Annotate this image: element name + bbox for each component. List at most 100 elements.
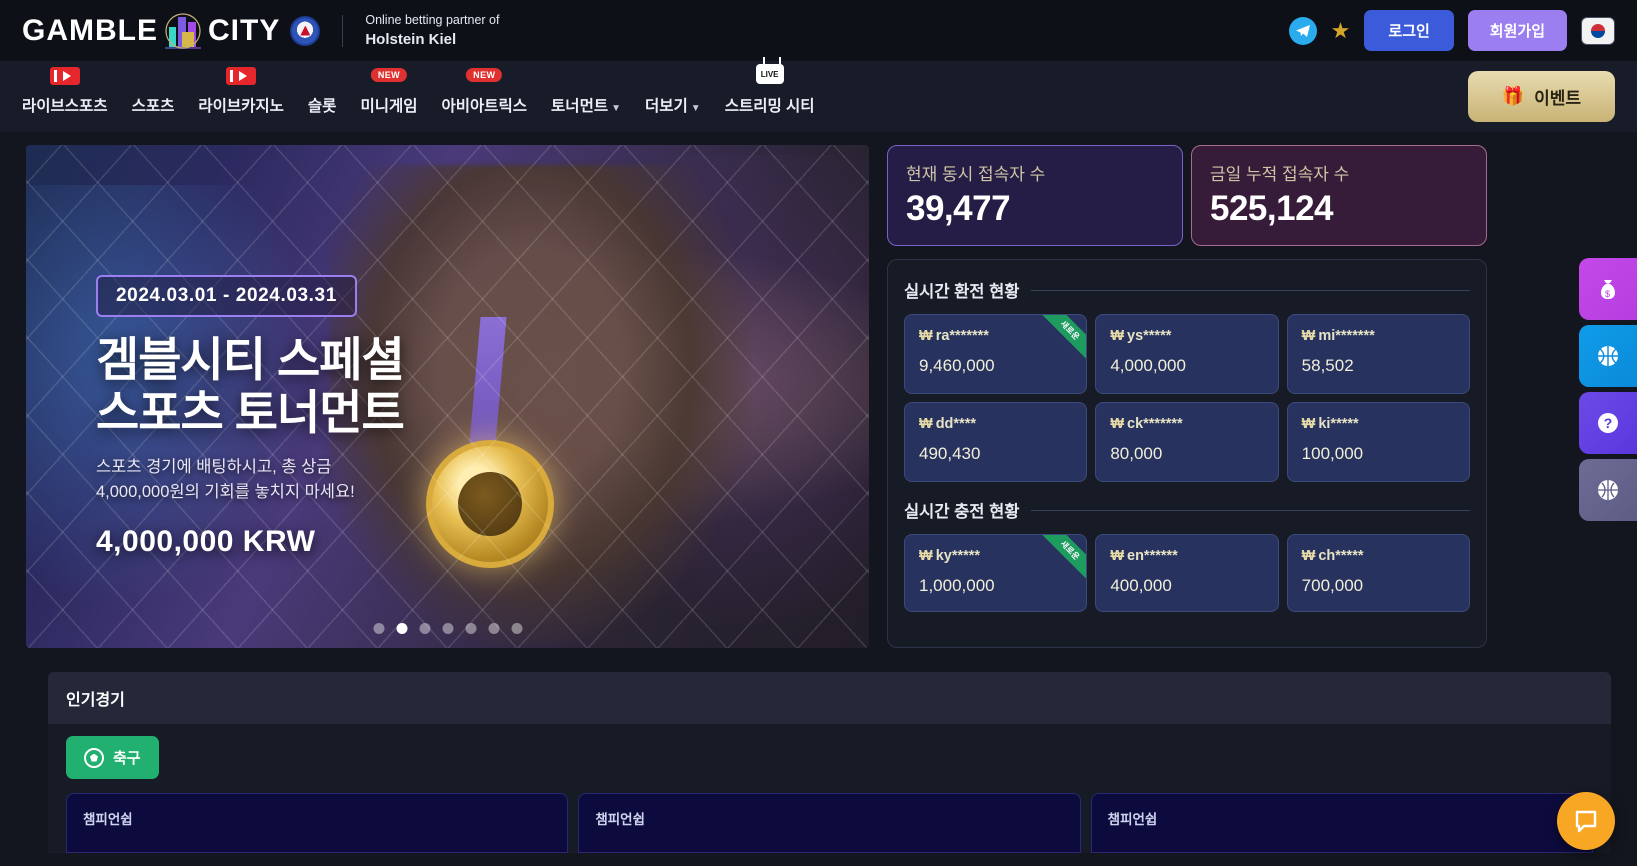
deposit-section-header: 실시간 충전 현황: [904, 498, 1470, 522]
nav-item-streaming-city[interactable]: LIVE 스트리밍 시티: [724, 64, 815, 118]
current-online-card: 현재 동시 접속자 수 39,477: [887, 145, 1183, 246]
nav-item-tournament[interactable]: 토너먼트 ▼: [551, 94, 621, 118]
currency-icon: ₩: [1301, 328, 1316, 344]
banner-content: 2024.03.01 - 2024.03.31 겜블시티 스페셜 스포츠 토너먼…: [96, 275, 405, 559]
match-league: 챔피언쉽: [1107, 812, 1158, 827]
login-button[interactable]: 로그인: [1364, 10, 1454, 51]
transaction-user: ₩ ch*****: [1301, 548, 1364, 564]
nav-item-minigame[interactable]: NEW 미니게임: [360, 68, 418, 118]
nav-label: 토너먼트: [551, 98, 609, 115]
match-card[interactable]: 챔피언쉽: [1090, 793, 1593, 853]
transaction-card[interactable]: ₩ ys***** 4,000,000: [1095, 314, 1279, 394]
banner-prize-amount: 4,000,000 KRW: [96, 524, 316, 558]
current-online-value: 39,477: [906, 189, 1011, 228]
transaction-amount: 490,430: [919, 444, 981, 463]
holstein-kiel-badge-icon: [290, 15, 321, 46]
transaction-card[interactable]: ₩ ck******* 80,000: [1095, 402, 1279, 482]
transaction-user: ₩ mi*******: [1301, 328, 1375, 344]
transaction-user: ₩ ki*****: [1301, 416, 1359, 432]
nav-item-sports[interactable]: 스포츠: [132, 94, 175, 118]
transaction-card[interactable]: ₩ dd**** 490,430: [904, 402, 1088, 482]
carousel-dot[interactable]: [442, 623, 453, 634]
signup-button[interactable]: 회원가입: [1467, 10, 1567, 51]
transaction-card[interactable]: ₩ ch***** 700,000: [1286, 534, 1470, 612]
banner-sub-line-1: 스포츠 경기에 배팅하시고, 총 상금: [96, 458, 332, 477]
svg-text:$: $: [1605, 289, 1610, 299]
transaction-user: ₩ dd****: [919, 416, 976, 432]
chevron-down-icon: ▼: [611, 103, 621, 114]
transaction-amount: 700,000: [1301, 576, 1364, 595]
event-button[interactable]: 🎁 이벤트: [1467, 71, 1615, 122]
transaction-card[interactable]: 새로운 ₩ ky***** 1,000,000: [904, 534, 1088, 612]
top-bar: GAMBLE CITY Online betting partner of Ho…: [0, 0, 1637, 65]
transaction-card[interactable]: ₩ mi******* 58,502: [1286, 314, 1470, 394]
current-online-label: 현재 동시 접속자 수: [906, 165, 1046, 184]
transaction-card[interactable]: 새로운 ₩ ra******* 9,460,000: [904, 314, 1088, 394]
telegram-icon[interactable]: [1288, 16, 1317, 45]
currency-icon: ₩: [1110, 548, 1125, 564]
tab-soccer[interactable]: 축구: [66, 736, 159, 779]
transaction-user: ₩ ky*****: [919, 548, 981, 564]
nav-label: 스트리밍 시티: [724, 98, 815, 115]
transaction-card[interactable]: ₩ en****** 400,000: [1095, 534, 1279, 612]
carousel-dot-active[interactable]: [396, 623, 407, 634]
new-badge: NEW: [466, 68, 503, 82]
carousel-dot[interactable]: [419, 623, 430, 634]
nav-label: 스포츠: [131, 98, 175, 115]
transaction-amount: 4,000,000: [1110, 356, 1186, 375]
currency-icon: ₩: [1110, 416, 1125, 432]
currency-icon: ₩: [919, 328, 933, 344]
gift-icon: 🎁: [1501, 86, 1525, 106]
logo[interactable]: GAMBLE CITY Online betting partner of Ho…: [22, 11, 499, 65]
nav-label: 라이브카지노: [198, 98, 284, 115]
nav-item-slots[interactable]: 슬롯: [308, 94, 337, 118]
globe-icon[interactable]: [1579, 459, 1637, 521]
nav-label: 아비아트릭스: [441, 98, 528, 115]
nav-item-live-sports[interactable]: 라이브스포츠: [22, 67, 108, 118]
chevron-down-icon: ▼: [690, 103, 701, 114]
basketball-icon[interactable]: [1579, 325, 1637, 387]
transaction-user: ₩ ys*****: [1110, 328, 1172, 344]
nav-item-more[interactable]: 더보기 ▼: [645, 94, 701, 118]
svg-text:?: ?: [1604, 415, 1613, 431]
new-badge: NEW: [370, 68, 408, 82]
promo-banner-carousel[interactable]: 2024.03.01 - 2024.03.31 겜블시티 스페셜 스포츠 토너먼…: [26, 145, 869, 648]
tab-soccer-label: 축구: [113, 750, 141, 767]
star-icon[interactable]: ★: [1331, 18, 1351, 44]
banner-sub-line-2: 4,000,000원의 기회를 놓치지 마세요!: [96, 482, 355, 501]
today-total-value: 525,124: [1210, 189, 1334, 228]
nav-items: 라이브스포츠 스포츠 라이브카지노 슬롯 NEW 미니게임 NEW 아비아트릭스…: [22, 64, 815, 118]
today-total-card: 금일 누적 접속자 수 525,124: [1191, 145, 1487, 246]
match-card[interactable]: 챔피언쉽: [578, 793, 1081, 853]
logo-text-gamble: GAMBLE: [22, 13, 158, 47]
logo-text-city: CITY: [208, 13, 281, 47]
nav-label: 미니게임: [360, 98, 418, 115]
transaction-user: ₩ ra*******: [919, 328, 989, 344]
withdraw-section-header: 실시간 환전 현황: [904, 278, 1470, 302]
chat-bubble-icon[interactable]: [1557, 792, 1615, 850]
transaction-amount: 1,000,000: [919, 576, 995, 595]
event-button-label: 이벤트: [1534, 89, 1581, 108]
carousel-dot[interactable]: [488, 623, 499, 634]
nav-item-aviatrix[interactable]: NEW 아비아트릭스: [441, 68, 528, 118]
section-divider: [1031, 289, 1470, 291]
banner-date-range: 2024.03.01 - 2024.03.31: [96, 275, 357, 317]
money-bag-icon[interactable]: $: [1579, 258, 1637, 320]
nav-item-live-casino[interactable]: 라이브카지노: [198, 67, 284, 118]
section-divider: [1031, 509, 1470, 511]
korea-flag-icon[interactable]: [1581, 16, 1615, 45]
transaction-card[interactable]: ₩ ki***** 100,000: [1286, 402, 1470, 482]
header-divider: [342, 14, 344, 47]
carousel-dot[interactable]: [511, 623, 522, 634]
banner-title: 겜블시티 스페셜 스포츠 토너먼트: [96, 333, 405, 440]
carousel-dot[interactable]: [373, 623, 384, 634]
floating-right-rail: $ ?: [1579, 258, 1637, 521]
banner-title-line-2: 스포츠 토너먼트: [96, 386, 405, 440]
live-stats-column: 현재 동시 접속자 수 39,477 금일 누적 접속자 수 525,124 실…: [887, 145, 1487, 648]
youtube-badge-icon: [49, 67, 80, 85]
transaction-amount: 400,000: [1110, 576, 1172, 595]
carousel-dot[interactable]: [465, 623, 476, 634]
match-card[interactable]: 챔피언쉽: [66, 793, 569, 853]
live-transactions-panel: 실시간 환전 현황 새로운 ₩ ra******* 9,460,000 ₩ ys**…: [887, 259, 1487, 648]
question-mark-icon[interactable]: ?: [1579, 392, 1637, 454]
